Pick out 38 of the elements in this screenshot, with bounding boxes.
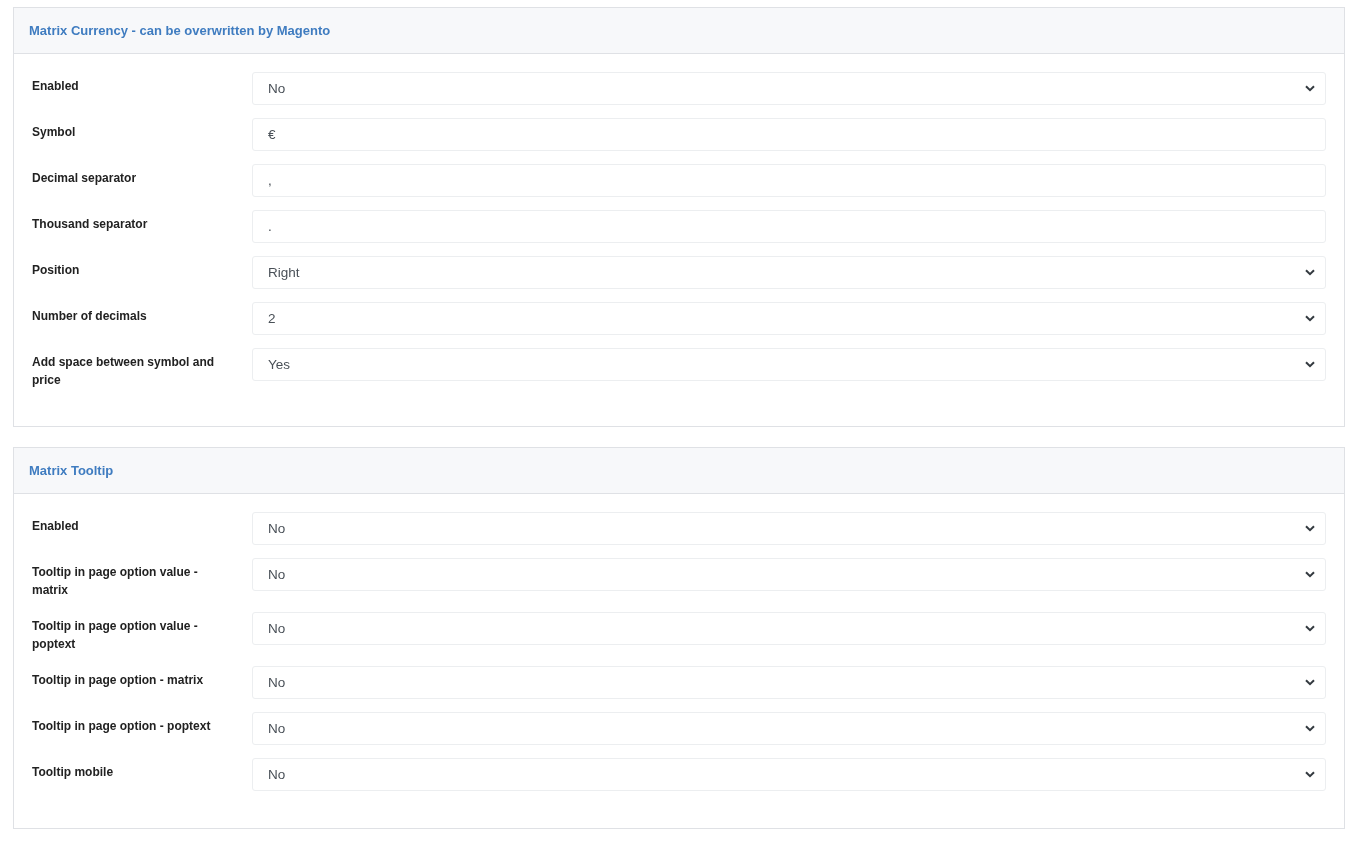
select-field[interactable]: No [252, 512, 1326, 545]
field-label: Position [32, 262, 81, 279]
chevron-down-icon [1305, 625, 1315, 632]
field-label: Number of decimals [32, 308, 148, 325]
field-label: Decimal separator [32, 170, 138, 187]
field-label: Tooltip in page option - matrix [32, 672, 205, 689]
chevron-down-icon [1305, 771, 1315, 778]
chevron-down-icon [1305, 725, 1315, 732]
chevron-down-icon [1305, 679, 1315, 686]
chevron-down-icon [1305, 571, 1315, 578]
field-label: Enabled [32, 518, 80, 535]
field-label: Enabled [32, 78, 80, 95]
field-label: Tooltip mobile [32, 764, 115, 781]
select-field[interactable]: 2 [252, 302, 1326, 335]
panel-title: Matrix Tooltip [29, 463, 114, 478]
chevron-down-icon [1305, 361, 1315, 368]
field-label: Tooltip in page option - poptext [32, 718, 212, 735]
chevron-down-icon [1305, 269, 1315, 276]
chevron-down-icon [1305, 525, 1315, 532]
select-field[interactable]: No [252, 712, 1326, 745]
select-field[interactable]: No [252, 666, 1326, 699]
select-field[interactable]: No [252, 758, 1326, 791]
field-label: Symbol [32, 124, 77, 141]
panel-title: Matrix Currency - can be overwritten by Magento [29, 23, 331, 38]
field-label: Thousand separator [32, 216, 149, 233]
field-label: Add space between symbol and price [32, 354, 216, 389]
select-field[interactable]: Yes [252, 348, 1326, 381]
select-field[interactable]: No [252, 72, 1326, 105]
select-field[interactable]: No [252, 612, 1326, 645]
select-field[interactable]: Right [252, 256, 1326, 289]
field-label: Tooltip in page option value - poptext [32, 618, 199, 653]
field-label: Tooltip in page option value - matrix [32, 564, 199, 599]
input-field[interactable]: € [252, 118, 1326, 151]
chevron-down-icon [1305, 315, 1315, 322]
input-field[interactable]: . [252, 210, 1326, 243]
input-field[interactable]: , [252, 164, 1326, 197]
select-field[interactable]: No [252, 558, 1326, 591]
chevron-down-icon [1305, 85, 1315, 92]
